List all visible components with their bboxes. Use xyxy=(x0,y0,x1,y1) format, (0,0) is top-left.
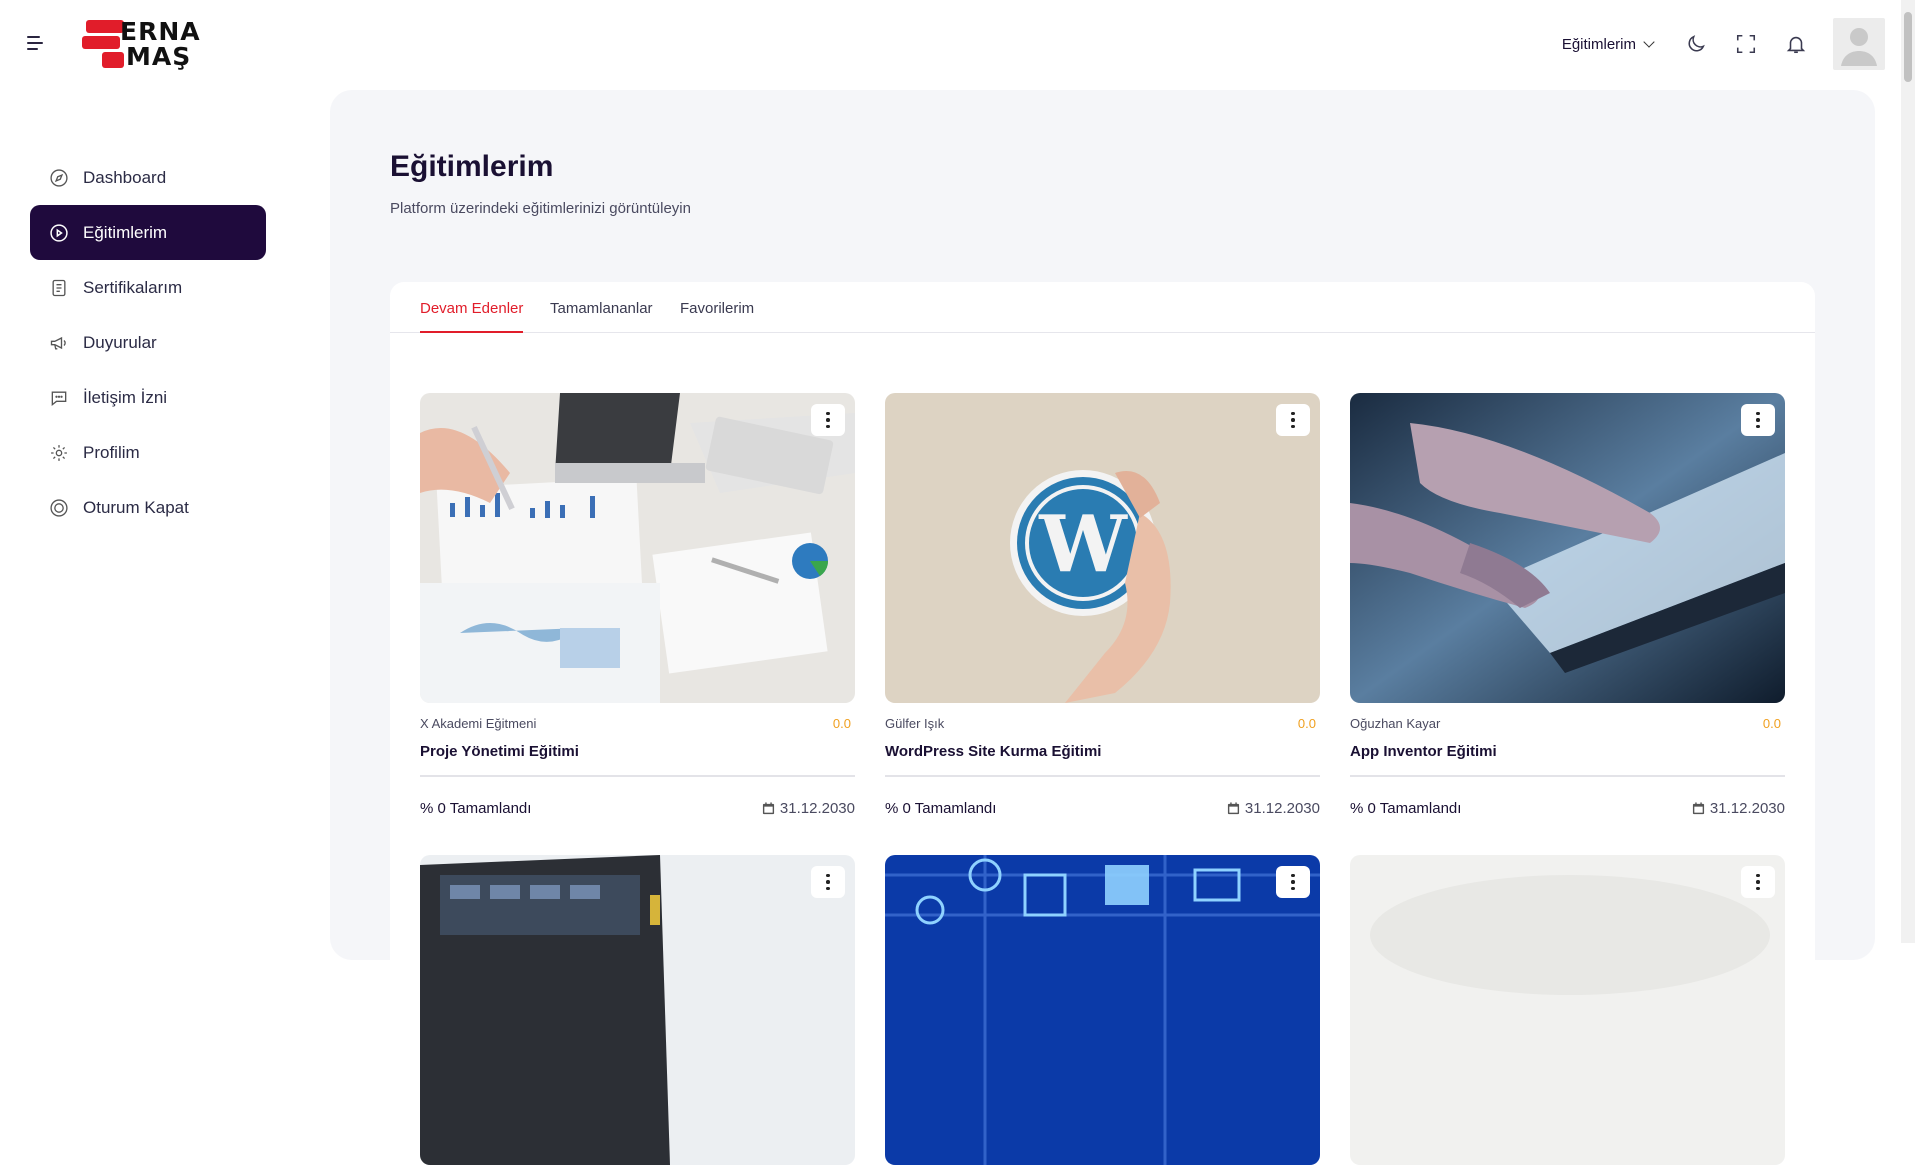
more-options-button[interactable] xyxy=(811,404,845,436)
business-charts-photo[interactable] xyxy=(420,393,855,703)
progress-text: % 0 Tamamlandı xyxy=(420,800,532,817)
page-subtitle: Platform üzerindeki eğitimlerinizi görün… xyxy=(390,200,691,217)
course-card[interactable] xyxy=(420,855,855,1165)
compass-icon xyxy=(48,167,70,189)
course-title[interactable]: WordPress Site Kurma Eğitimi xyxy=(885,743,1101,760)
menu-toggle-icon[interactable] xyxy=(27,34,49,54)
divider xyxy=(885,775,1320,777)
divider xyxy=(420,775,855,777)
chevron-down-icon xyxy=(1643,36,1655,48)
course-card[interactable]: W Gülfer Işık 0.0 WordPress Site Kurma E… xyxy=(885,393,1320,817)
fullscreen-icon[interactable] xyxy=(1733,31,1759,57)
more-options-button[interactable] xyxy=(1741,404,1775,436)
sidebar-item-egitimlerim[interactable]: Eğitimlerim xyxy=(30,205,266,260)
progress-text: % 0 Tamamlandı xyxy=(1350,800,1462,817)
more-options-button[interactable] xyxy=(1741,866,1775,898)
white-photo[interactable] xyxy=(1350,855,1785,1165)
sidebar-item-label: Sertifikalarım xyxy=(83,277,183,297)
instructor-name: Oğuzhan Kayar xyxy=(1350,716,1441,731)
course-card[interactable] xyxy=(1350,855,1785,1165)
context-dropdown-label: Eğitimlerim xyxy=(1561,35,1636,53)
tablet-touch-photo[interactable] xyxy=(1350,393,1785,703)
page-title: Eğitimlerim xyxy=(390,150,554,183)
course-card[interactable]: Oğuzhan Kayar 0.0 App Inventor Eğitimi %… xyxy=(1350,393,1785,817)
course-title[interactable]: App Inventor Eğitimi xyxy=(1350,743,1497,760)
course-card[interactable] xyxy=(885,855,1320,1165)
sidebar-item-dashboard[interactable]: Dashboard xyxy=(30,150,266,205)
sidebar-item-label: Eğitimlerim xyxy=(83,222,168,242)
software-screen-photo[interactable] xyxy=(420,855,855,1165)
progress-text: % 0 Tamamlandı xyxy=(885,800,997,817)
logout-circle-icon xyxy=(48,497,70,519)
megaphone-icon xyxy=(48,332,70,354)
certificate-icon xyxy=(48,277,70,299)
context-dropdown[interactable]: Eğitimlerim xyxy=(1561,35,1655,53)
sidebar-item-label: Profilim xyxy=(83,442,140,462)
sidebar-item-label: Duyurular xyxy=(83,332,157,352)
more-options-button[interactable] xyxy=(1276,866,1310,898)
more-options-button[interactable] xyxy=(811,866,845,898)
more-options-button[interactable] xyxy=(1276,404,1310,436)
wordpress-logo-photo[interactable]: W xyxy=(885,393,1320,703)
gear-icon xyxy=(48,442,70,464)
sidebar-item-duyurular[interactable]: Duyurular xyxy=(30,315,266,370)
deadline-date: 31.12.2030 xyxy=(1709,800,1785,817)
calendar-icon xyxy=(1692,802,1704,815)
sidebar: Dashboard Eğitimlerim Sertifikalarım Duy… xyxy=(0,90,290,943)
sidebar-item-oturum-kapat[interactable]: Oturum Kapat xyxy=(30,480,266,535)
deadline-date: 31.12.2030 xyxy=(1244,800,1320,817)
divider xyxy=(1350,775,1785,777)
brand-logo[interactable]: ERNA MAŞ xyxy=(82,18,212,72)
tab-devam-edenler[interactable]: Devam Edenler xyxy=(420,300,524,333)
page-scrollbar[interactable] xyxy=(1901,0,1915,943)
instructor-name: Gülfer Işık xyxy=(885,716,945,731)
courses-panel: Devam Edenler Tamamlananlar Favorilerim xyxy=(390,282,1815,1165)
avatar[interactable] xyxy=(1833,18,1885,70)
calendar-icon xyxy=(762,802,774,815)
rating-value: 0.0 xyxy=(1297,716,1316,731)
chat-icon xyxy=(48,387,70,409)
tab-favorilerim[interactable]: Favorilerim xyxy=(680,300,754,331)
moon-icon[interactable] xyxy=(1683,31,1709,57)
logo-text-line2: MAŞ xyxy=(126,42,192,71)
sidebar-item-iletisim-izni[interactable]: İletişim İzni xyxy=(30,370,266,425)
course-card[interactable]: X Akademi Eğitmeni 0.0 Proje Yönetimi Eğ… xyxy=(420,393,855,817)
bell-icon[interactable] xyxy=(1783,31,1809,57)
tab-bar: Devam Edenler Tamamlananlar Favorilerim xyxy=(390,282,1815,333)
sidebar-item-label: İletişim İzni xyxy=(83,387,168,407)
top-bar: ERNA MAŞ Eğitimlerim xyxy=(0,0,1915,90)
rating-value: 0.0 xyxy=(832,716,851,731)
sidebar-item-profilim[interactable]: Profilim xyxy=(30,425,266,480)
course-title[interactable]: Proje Yönetimi Eğitimi xyxy=(420,743,579,760)
sidebar-item-label: Oturum Kapat xyxy=(83,497,189,517)
sidebar-item-label: Dashboard xyxy=(83,167,167,187)
tab-tamamlananlar[interactable]: Tamamlananlar xyxy=(550,300,653,331)
rating-value: 0.0 xyxy=(1762,716,1781,731)
deadline-date: 31.12.2030 xyxy=(779,800,855,817)
play-circle-icon xyxy=(48,222,70,244)
sidebar-item-sertifikalarim[interactable]: Sertifikalarım xyxy=(30,260,266,315)
svg-text:W: W xyxy=(1038,499,1128,590)
social-icons-photo[interactable] xyxy=(885,855,1320,1165)
calendar-icon xyxy=(1227,802,1239,815)
main-content: Eğitimlerim Platform üzerindeki eğitimle… xyxy=(330,90,1875,1165)
instructor-name: X Akademi Eğitmeni xyxy=(420,716,537,731)
logo-text-line1: ERNA xyxy=(120,17,201,46)
